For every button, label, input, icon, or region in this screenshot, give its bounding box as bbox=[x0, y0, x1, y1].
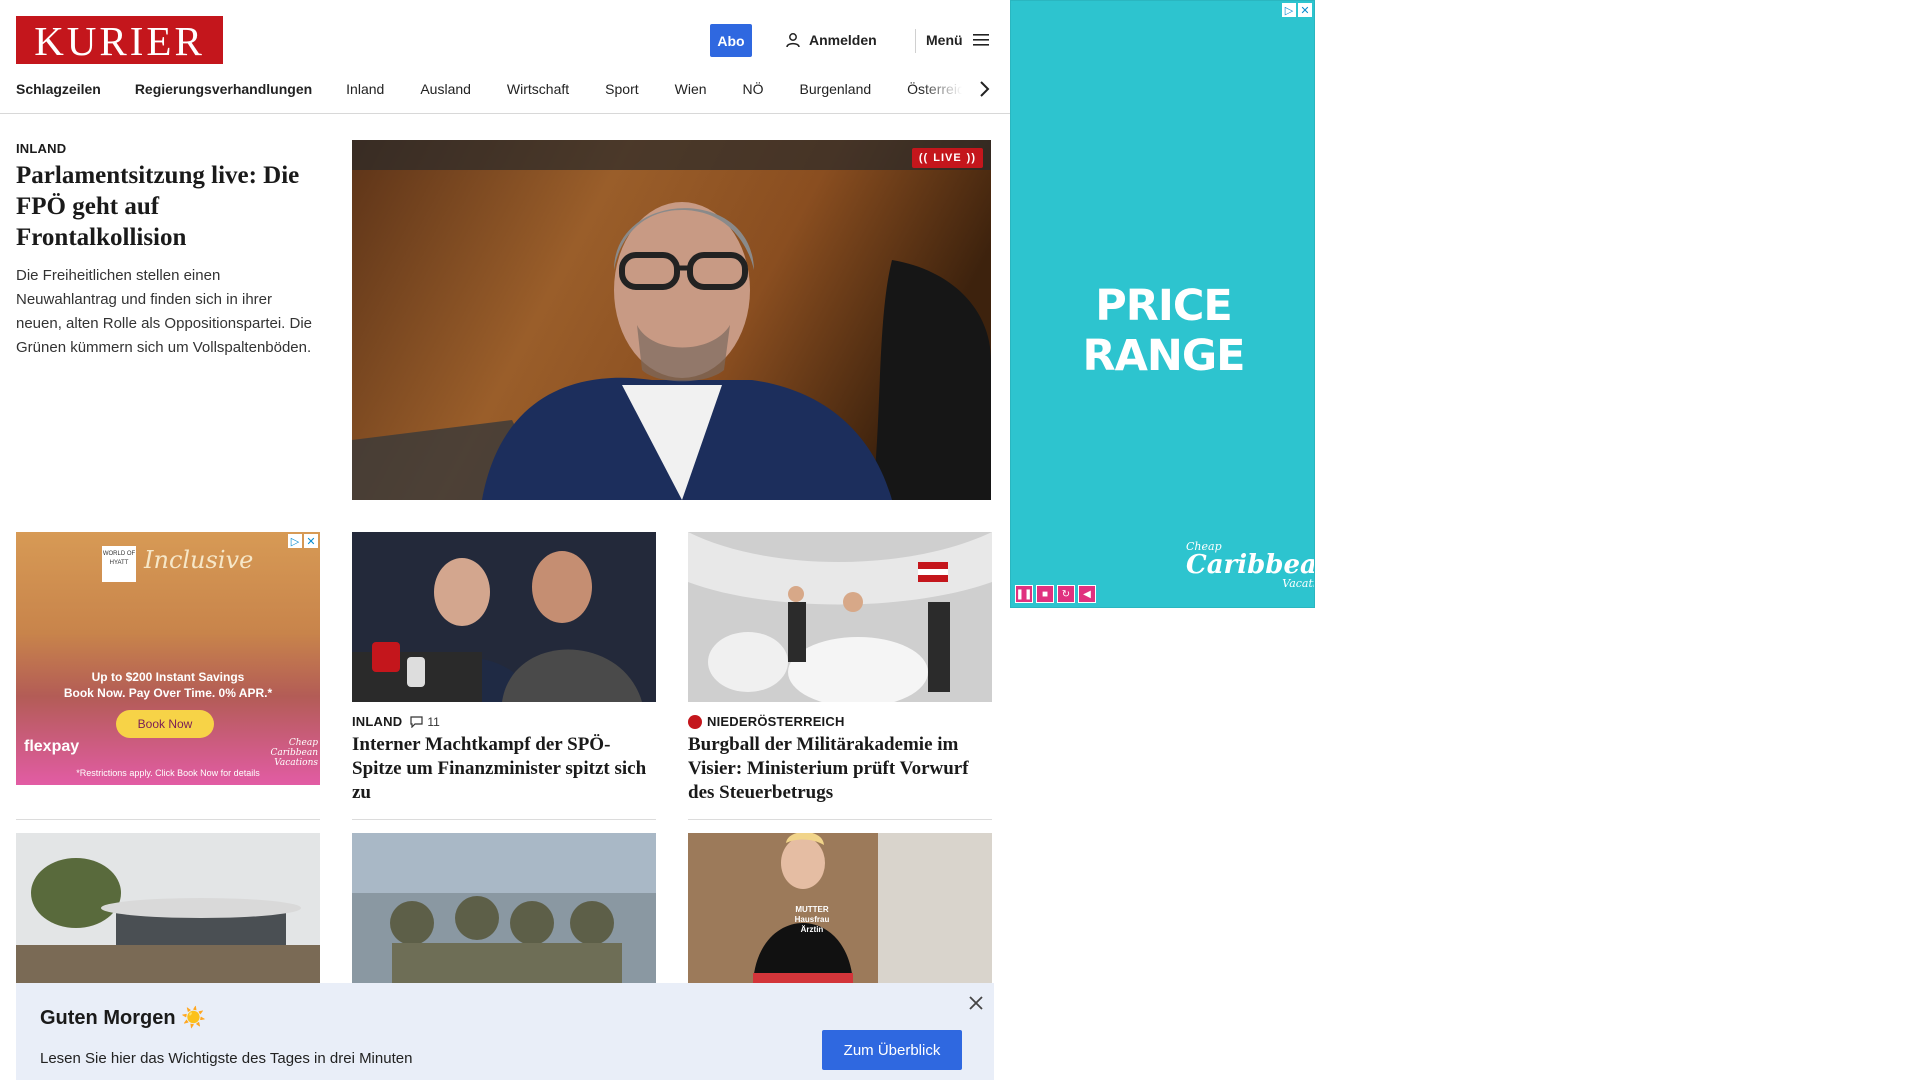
article-photo bbox=[352, 833, 656, 983]
hero-headline[interactable]: Parlamentsitzung live: Die FPÖ geht auf … bbox=[16, 160, 316, 253]
ad-controls: ▷ ✕ bbox=[288, 534, 318, 548]
hyatt-logo: WORLD OF HYATT bbox=[102, 546, 136, 582]
ad-media-controls: ❚❚ ■ ↻ ◀ bbox=[1015, 585, 1096, 603]
hero-kicker[interactable]: INLAND bbox=[16, 141, 66, 156]
article-image-kitchen[interactable]: MUTTER Hausfrau Ärztin bbox=[688, 833, 992, 983]
nav-fade bbox=[920, 76, 980, 102]
chevron-right-icon[interactable] bbox=[975, 78, 995, 100]
article-photo bbox=[688, 833, 992, 983]
live-badge: (( LIVE )) bbox=[911, 148, 983, 168]
cheap-caribbean-logo: Cheap Caribbean Vacations bbox=[1186, 541, 1314, 589]
login-button[interactable]: Anmelden bbox=[785, 30, 877, 50]
article-photo bbox=[688, 532, 992, 702]
shirt-text: MUTTER Hausfrau Ärztin bbox=[794, 905, 830, 934]
close-icon[interactable] bbox=[966, 993, 986, 1013]
nav-item-wirtschaft[interactable]: Wirtschaft bbox=[507, 81, 569, 97]
nav-item-regierungsverhandlungen[interactable]: Regierungsverhandlungen bbox=[135, 81, 312, 97]
article-image-soldiers[interactable] bbox=[352, 833, 656, 983]
ad-book-now-button[interactable]: Book Now bbox=[116, 710, 214, 738]
ad-big-headline: PRICE RANGE bbox=[1082, 281, 1245, 381]
nav-item-burgenland[interactable]: Burgenland bbox=[800, 81, 872, 97]
niederoesterreich-icon bbox=[688, 714, 702, 729]
adchoices-icon[interactable]: ▷ bbox=[288, 534, 302, 548]
live-label: LIVE bbox=[933, 152, 962, 164]
site-header: KURIER Abo Anmelden Menü Schlagzeilen Re… bbox=[0, 0, 1010, 114]
row-divider bbox=[688, 819, 992, 820]
broadcast-icon: (( bbox=[918, 152, 929, 164]
article-meta-burgball: NIEDERÖSTERREICH bbox=[688, 714, 845, 729]
abo-button[interactable]: Abo bbox=[710, 24, 752, 57]
article-meta-spoe: INLAND 11 bbox=[352, 714, 440, 729]
article-photo bbox=[16, 833, 320, 983]
toast-text: Lesen Sie hier das Wichtigste des Tages … bbox=[40, 1050, 413, 1067]
page: KURIER Abo Anmelden Menü Schlagzeilen Re… bbox=[0, 0, 1010, 1080]
article-image-building[interactable] bbox=[16, 833, 320, 983]
kurier-logo[interactable]: KURIER bbox=[16, 16, 223, 64]
hero-teaser[interactable]: Die Freiheitlichen stellen einen Neuwahl… bbox=[16, 264, 321, 360]
comment-count-value: 11 bbox=[427, 714, 440, 729]
cheap-caribbean-logo: Cheap Caribbean Vacations bbox=[270, 738, 318, 768]
ad-skyscraper[interactable]: PRICE RANGE Cheap Caribbean Vacations ▷ … bbox=[1010, 0, 1315, 608]
overview-button[interactable]: Zum Überblick bbox=[822, 1030, 962, 1070]
hero-photo bbox=[352, 140, 991, 500]
nav-item-sport[interactable]: Sport bbox=[605, 81, 638, 97]
nav-item-ausland[interactable]: Ausland bbox=[420, 81, 471, 97]
nav-item-noe[interactable]: NÖ bbox=[743, 81, 764, 97]
ad-disclaimer: *Restrictions apply. Click Book Now for … bbox=[76, 768, 260, 778]
comment-count[interactable]: 11 bbox=[410, 714, 440, 729]
login-label: Anmelden bbox=[809, 32, 877, 48]
row-divider bbox=[352, 819, 656, 820]
user-icon bbox=[786, 33, 800, 48]
ad-headline: Up to $200 Instant Savings bbox=[91, 670, 245, 684]
article-image-spoe[interactable] bbox=[352, 532, 656, 702]
article-photo bbox=[352, 532, 656, 702]
article-kicker[interactable]: NIEDERÖSTERREICH bbox=[707, 714, 845, 729]
hamburger-icon bbox=[972, 34, 989, 46]
replay-icon[interactable]: ↻ bbox=[1057, 585, 1075, 603]
ad-script-text: Inclusive bbox=[144, 546, 254, 574]
close-icon[interactable]: ✕ bbox=[1298, 3, 1312, 17]
close-icon[interactable]: ✕ bbox=[304, 534, 318, 548]
section-nav: Schlagzeilen Regierungsverhandlungen Inl… bbox=[16, 78, 986, 100]
ad-subline: Book Now. Pay Over Time. 0% APR.* bbox=[63, 686, 273, 700]
ad-controls: ▷ ✕ bbox=[1282, 3, 1312, 17]
menu-button[interactable]: Menü bbox=[926, 30, 989, 50]
nav-item-schlagzeilen[interactable]: Schlagzeilen bbox=[16, 81, 101, 97]
adchoices-icon[interactable]: ▷ bbox=[1282, 3, 1296, 17]
header-divider bbox=[915, 29, 916, 53]
hero-image[interactable]: (( LIVE )) bbox=[352, 140, 991, 500]
pause-icon[interactable]: ❚❚ bbox=[1015, 585, 1033, 603]
flexpay-logo: flexpay bbox=[24, 738, 80, 755]
nav-item-inland[interactable]: Inland bbox=[346, 81, 384, 97]
row-divider bbox=[16, 819, 320, 820]
mute-icon[interactable]: ◀ bbox=[1078, 585, 1096, 603]
toast-title: Guten Morgen ☀️ bbox=[40, 1007, 207, 1029]
ad-banner-hyatt[interactable]: WORLD OF HYATT Inclusive Up to $200 Inst… bbox=[16, 532, 320, 785]
logo-main-text: Caribbean bbox=[1186, 550, 1314, 580]
stop-icon[interactable]: ■ bbox=[1036, 585, 1054, 603]
broadcast-icon: )) bbox=[966, 152, 976, 164]
menu-label: Menü bbox=[926, 32, 963, 48]
nav-item-wien[interactable]: Wien bbox=[675, 81, 707, 97]
article-headline-burgball[interactable]: Burgball der Militärakademie im Visier: … bbox=[688, 733, 992, 805]
article-image-burgball[interactable] bbox=[688, 532, 992, 702]
article-headline-spoe[interactable]: Interner Machtkampf der SPÖ-Spitze um Fi… bbox=[352, 733, 656, 805]
article-kicker[interactable]: INLAND bbox=[352, 714, 402, 729]
morning-briefing-banner: Guten Morgen ☀️ Lesen Sie hier das Wicht… bbox=[16, 983, 994, 1080]
comment-icon bbox=[410, 715, 423, 728]
